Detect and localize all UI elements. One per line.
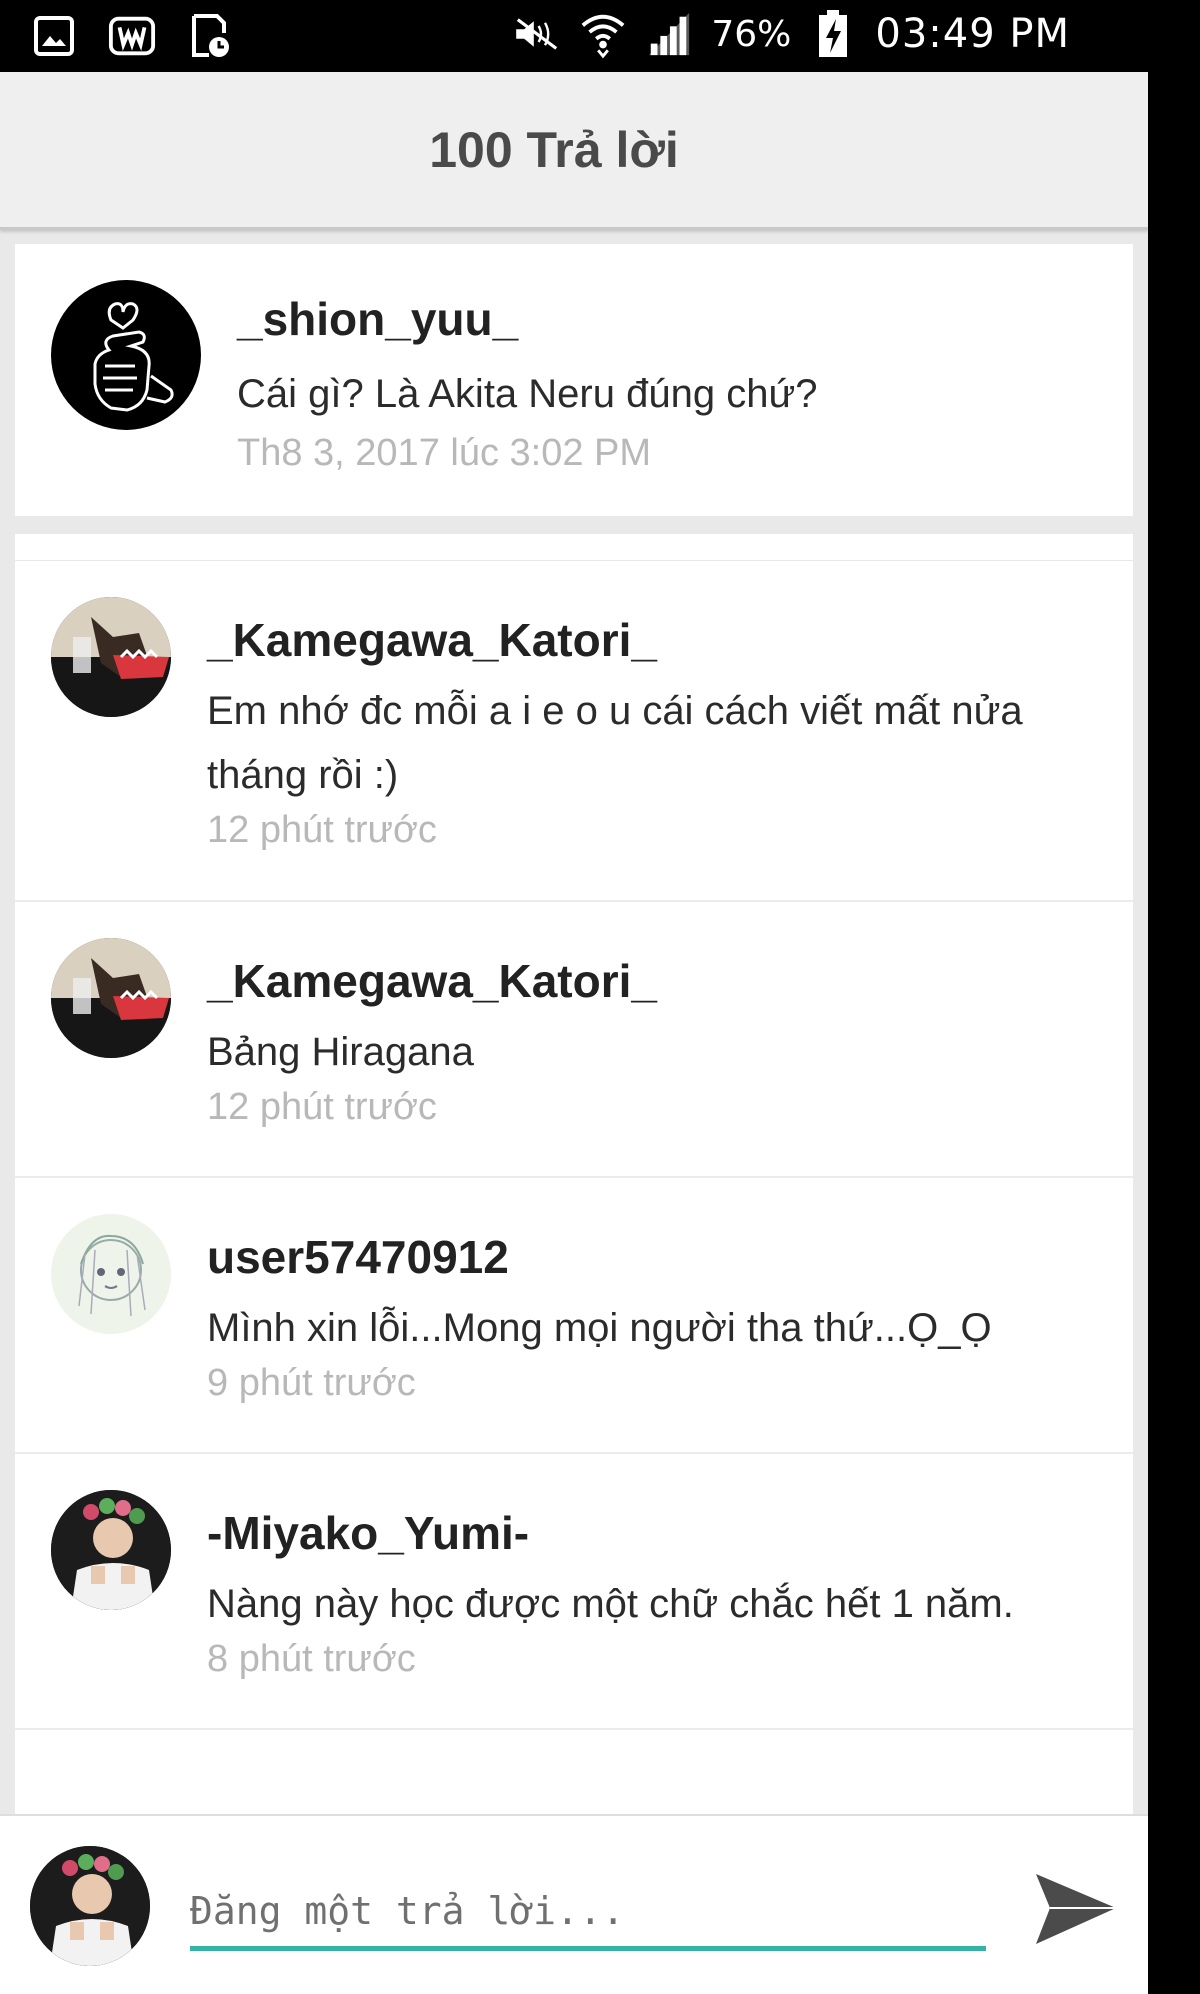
- reply-message: Nàng này học được một chữ chắc hết 1 năm…: [207, 1582, 1014, 1626]
- reply-username[interactable]: -Miyako_Yumi-: [207, 1506, 529, 1560]
- list-divider: [15, 534, 1133, 561]
- reply-username[interactable]: _Kamegawa_Katori_: [207, 954, 657, 1008]
- avatar-image: [51, 597, 171, 717]
- battery-charging-icon: [809, 10, 857, 58]
- avatar-image: [51, 938, 171, 1058]
- screen-edge: [1148, 72, 1200, 1920]
- reply-timestamp: 9 phút trước: [207, 1362, 416, 1404]
- list-item[interactable]: user57470912 Mình xin lỗi...Mong mọi ngư…: [15, 1178, 1133, 1454]
- reply-message: Em nhớ đc mỗi a i e o u cái cách viết mấ…: [207, 689, 1023, 797]
- reply-timestamp: 12 phút trước: [207, 1086, 437, 1128]
- list-item[interactable]: -Miyako_Yumi- Nàng này học được một chữ …: [15, 1454, 1133, 1730]
- reply-message: Mình xin lỗi...Mong mọi người tha thứ...…: [207, 1306, 992, 1350]
- mute-icon: [513, 10, 561, 58]
- replies-list[interactable]: _Kamegawa_Katori_ Em nhớ đc mỗi a i e o …: [15, 534, 1133, 1814]
- avatar[interactable]: [51, 280, 201, 430]
- finger-heart-icon: [93, 302, 174, 412]
- reply-username[interactable]: _Kamegawa_Katori_: [207, 613, 657, 667]
- page-title: 100 Trả lời: [429, 121, 679, 178]
- avatar[interactable]: [51, 1214, 171, 1334]
- reply-input[interactable]: [190, 1876, 986, 1951]
- avatar-image: [30, 1846, 150, 1966]
- post-message: Cái gì? Là Akita Neru đúng chứ?: [237, 372, 818, 416]
- current-user-avatar[interactable]: [30, 1846, 150, 1966]
- app-header: 100 Trả lời: [0, 72, 1148, 230]
- avatar[interactable]: [51, 597, 171, 717]
- list-item[interactable]: _Kamegawa_Katori_ Bảng Hiragana 12 phút …: [15, 902, 1133, 1178]
- avatar-image: [78, 1234, 146, 1317]
- reply-timestamp: 8 phút trước: [207, 1638, 416, 1680]
- status-bar: 76% 03:49 PM: [0, 0, 1200, 72]
- original-post-card[interactable]: _shion_yuu_ Cái gì? Là Akita Neru đúng c…: [15, 244, 1133, 516]
- reply-compose-bar: [0, 1814, 1148, 1994]
- signal-icon: [645, 10, 693, 58]
- gallery-icon: [30, 12, 78, 60]
- reply-username[interactable]: user57470912: [207, 1230, 509, 1284]
- post-username[interactable]: _shion_yuu_: [237, 292, 518, 346]
- list-item[interactable]: _Kamegawa_Katori_ Em nhớ đc mỗi a i e o …: [15, 561, 1133, 902]
- avatar[interactable]: [51, 1490, 171, 1610]
- reply-message: Bảng Hiragana: [207, 1030, 474, 1074]
- battery-percent: 76%: [711, 13, 792, 55]
- w-app-icon: [108, 12, 156, 60]
- clock-file-icon: [186, 12, 234, 60]
- status-time: 03:49 PM: [875, 11, 1070, 57]
- wifi-icon: [579, 10, 627, 59]
- avatar-image: [51, 1490, 171, 1610]
- send-button[interactable]: [1030, 1864, 1120, 1954]
- reply-timestamp: 12 phút trước: [207, 809, 437, 851]
- send-icon: [1036, 1874, 1116, 1944]
- avatar[interactable]: [51, 938, 171, 1058]
- replies-screen: 100 Trả lời _shion_yuu_ Cái gì? Là Akita…: [0, 72, 1148, 1994]
- post-timestamp: Th8 3, 2017 lúc 3:02 PM: [237, 432, 652, 474]
